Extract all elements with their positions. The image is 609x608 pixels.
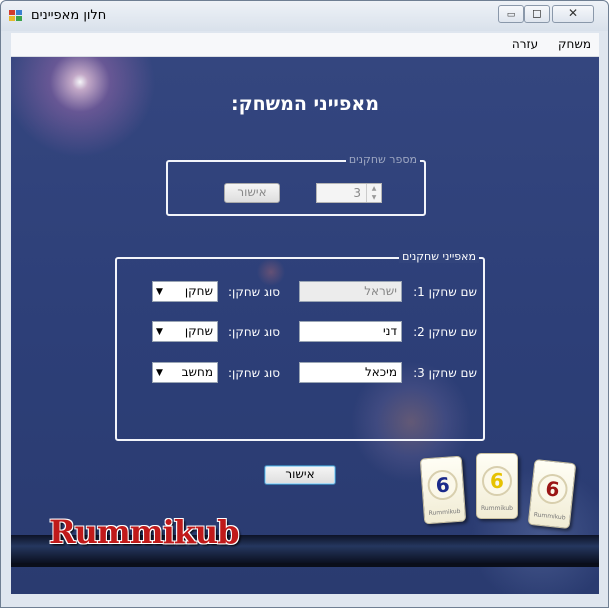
- title-bar[interactable]: חלון מאפיינים ▭ ◻ ✕: [1, 1, 608, 31]
- player-3-type-value: מחשב: [181, 365, 213, 379]
- tile-1-number: 6: [426, 469, 459, 502]
- tile-1: 6 Rummikub: [419, 455, 467, 525]
- player-count-value: 3: [353, 186, 361, 200]
- player-1-type-value: שחקן: [184, 284, 213, 298]
- chevron-down-icon: ▼: [156, 287, 163, 297]
- player-2-type-label: סוג שחקן:: [228, 325, 280, 339]
- player-3-type-select[interactable]: מחשב ▼: [152, 362, 218, 383]
- player-1-name-field[interactable]: ישראל: [299, 281, 402, 302]
- tile-3: 6 Rummikub: [527, 458, 577, 530]
- maximize-button[interactable]: ◻: [524, 5, 550, 23]
- page-title: מאפייני המשחק:: [231, 93, 379, 115]
- player-1-name-label: שם שחקן 1:: [413, 285, 477, 299]
- tile-1-brand: Rummikub: [428, 507, 461, 518]
- properties-window: חלון מאפיינים ▭ ◻ ✕ משחק עזרה מאפייני המ…: [0, 0, 609, 608]
- minimize-icon: ▭: [506, 10, 516, 20]
- tile-2-number: 6: [482, 466, 512, 496]
- close-button[interactable]: ✕: [552, 5, 594, 23]
- app-icon: [9, 10, 23, 22]
- confirm-button[interactable]: אישור: [264, 465, 336, 485]
- player-properties-legend: מאפייני שחקנים: [399, 250, 479, 263]
- player-count-confirm-button[interactable]: אישור: [224, 183, 280, 203]
- player-properties-group: מאפייני שחקנים שם שחקן 1: ישראל סוג שחקן…: [115, 250, 485, 441]
- tile-2: 6 Rummikub: [476, 453, 518, 519]
- spinner-up-icon[interactable]: ▲: [367, 184, 381, 193]
- player-1-type-select[interactable]: שחקן ▼: [152, 281, 218, 302]
- minimize-button[interactable]: ▭: [498, 5, 524, 23]
- chevron-down-icon: ▼: [156, 368, 163, 378]
- menu-item-game[interactable]: משחק: [550, 33, 599, 51]
- player-2-name-label: שם שחקן 2:: [413, 325, 477, 339]
- spinner-down-icon[interactable]: ▼: [367, 193, 381, 202]
- window-title: חלון מאפיינים: [31, 8, 107, 23]
- player-1-type-label: סוג שחקן:: [228, 285, 280, 299]
- chevron-down-icon: ▼: [156, 327, 163, 337]
- player-3-type-label: סוג שחקן:: [228, 366, 280, 380]
- tile-3-number: 6: [536, 472, 570, 506]
- player-count-spinner[interactable]: 3 ▲ ▼: [316, 183, 382, 203]
- player-3-name-field[interactable]: מיכאל: [299, 362, 402, 383]
- player-count-legend: מספר שחקנים: [345, 153, 420, 166]
- close-icon: ✕: [567, 6, 579, 20]
- player-2-type-value: שחקן: [184, 324, 213, 338]
- rummikub-logo: Rummikub: [49, 513, 240, 551]
- player-count-group: מספר שחקנים אישור 3 ▲ ▼: [166, 153, 426, 216]
- tile-2-brand: Rummikub: [481, 505, 513, 512]
- player-2-name-field[interactable]: דני: [299, 321, 402, 342]
- menu-bar: משחק עזרה: [11, 33, 599, 57]
- maximize-icon: ◻: [532, 6, 542, 20]
- bottom-band-shadow: [11, 563, 599, 567]
- player-3-name-label: שם שחקן 3:: [413, 366, 477, 380]
- tile-3-brand: Rummikub: [533, 511, 566, 522]
- player-2-type-select[interactable]: שחקן ▼: [152, 321, 218, 342]
- menu-item-help[interactable]: עזרה: [504, 33, 546, 51]
- spinner-arrows[interactable]: ▲ ▼: [366, 184, 381, 202]
- game-settings-panel: מאפייני המשחק: מספר שחקנים אישור 3 ▲ ▼ מ…: [11, 57, 599, 594]
